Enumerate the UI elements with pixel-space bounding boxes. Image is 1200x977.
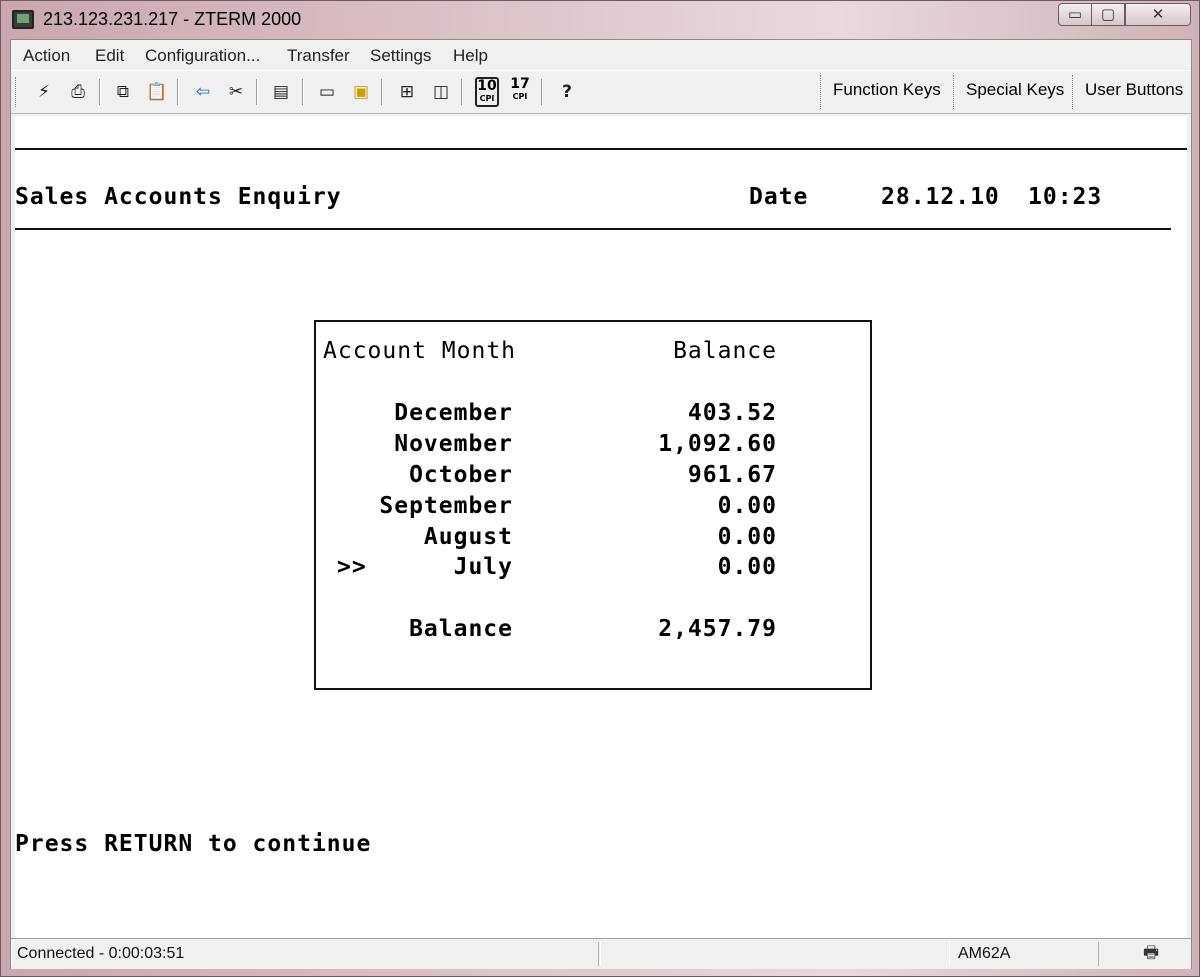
total-label: Balance [409, 616, 513, 642]
balance-october: 961.67 [687, 462, 777, 488]
toolbar-separator [302, 79, 304, 105]
cpi-17-number: 17 [510, 76, 530, 92]
status-bar: Connected - 0:00:03:51 AM62A 🖶 [11, 938, 1191, 969]
app-window: 213.123.231.217 - ZTERM 2000 ▭ ▢ ✕ Actio… [0, 0, 1200, 977]
copy-icon[interactable]: ⧉ [110, 79, 136, 105]
toolbar-separator [177, 79, 179, 105]
cpi-10-unit: CPI [479, 94, 495, 103]
date-label: Date [749, 184, 809, 210]
column-header-month: Account Month [323, 338, 517, 364]
window-icon[interactable]: ◫ [428, 79, 454, 105]
terminal-screen[interactable]: Sales Accounts Enquiry Date 28.12.10 10:… [15, 116, 1187, 938]
close-button[interactable]: ✕ [1125, 3, 1191, 26]
toolbar-separator [953, 75, 956, 109]
cpi-17-unit: CPI [512, 92, 528, 101]
title-bar[interactable]: 213.123.231.217 - ZTERM 2000 ▭ ▢ ✕ [1, 1, 1199, 39]
toolbar-separator [820, 75, 823, 109]
menu-help[interactable]: Help [453, 46, 488, 66]
balance-september: 0.00 [717, 493, 777, 519]
fullscreen-icon[interactable]: ⊞ [394, 79, 420, 105]
menu-action[interactable]: Action [23, 46, 70, 66]
minimize-icon: ▭ [1067, 5, 1083, 23]
balance-july: 0.00 [717, 554, 777, 580]
terminal-type: AM62A [949, 942, 1099, 966]
menu-settings[interactable]: Settings [370, 46, 431, 66]
window-title: 213.123.231.217 - ZTERM 2000 [43, 9, 302, 29]
status-blank-cell [600, 942, 950, 966]
help-icon[interactable]: ? [554, 79, 580, 105]
toolbar-separator [541, 79, 543, 105]
toolbar-separator [99, 79, 101, 105]
back-arrow-icon[interactable]: ⇦ [190, 79, 216, 105]
special-keys-button[interactable]: Special Keys [966, 80, 1064, 100]
cpi-10-icon[interactable]: 10 CPI [475, 77, 499, 107]
user-buttons-button[interactable]: User Buttons [1085, 80, 1183, 100]
balance-december: 403.52 [687, 400, 777, 426]
properties-icon[interactable]: ▤ [268, 79, 294, 105]
month-october: October [409, 462, 513, 488]
toolbar-separator [256, 79, 258, 105]
toolbar-grip[interactable] [15, 77, 19, 107]
column-header-balance: Balance [673, 338, 777, 364]
close-icon: ✕ [1151, 5, 1165, 23]
cpi-10-number: 10 [477, 78, 497, 94]
toolbar-separator [381, 79, 383, 105]
print-icon[interactable]: ⎙ [65, 79, 91, 105]
menu-transfer[interactable]: Transfer [287, 46, 350, 66]
open-folder-icon[interactable]: ▣ [348, 79, 374, 105]
heading-divider [15, 228, 1171, 230]
connect-icon[interactable]: ⚡ [31, 79, 57, 105]
terminal-app-icon[interactable] [12, 10, 34, 29]
menu-configuration[interactable]: Configuration... [145, 46, 260, 66]
cpi-17-icon[interactable]: 17 CPI [508, 77, 532, 107]
toolbar-separator [1072, 75, 1075, 109]
minimize-button[interactable]: ▭ [1058, 3, 1092, 26]
maximize-button[interactable]: ▢ [1091, 3, 1125, 26]
month-december: December [394, 400, 513, 426]
connection-status: Connected - 0:00:03:51 [11, 942, 599, 966]
balance-august: 0.00 [717, 524, 777, 550]
month-july: July [453, 554, 513, 580]
month-november: November [394, 431, 513, 457]
toolbar-separator [461, 79, 463, 105]
date-value: 28.12.10 [881, 184, 1000, 210]
top-divider [15, 148, 1187, 150]
menu-bar: Action Edit Configuration... Transfer Se… [11, 40, 1191, 70]
continue-prompt: Press RETURN to continue [15, 831, 372, 857]
month-august: August [423, 524, 513, 550]
toolbar: ⚡ ⎙ ⧉ 📋 ⇦ ✂ ▤ ▭ ▣ ⊞ ◫ 10 CPI 17 CPI ? Fu… [11, 70, 1191, 114]
month-september: September [379, 493, 513, 519]
disconnect-icon[interactable]: ✂ [223, 79, 249, 105]
client-area: Action Edit Configuration... Transfer Se… [10, 39, 1192, 969]
function-keys-button[interactable]: Function Keys [833, 80, 941, 100]
menu-edit[interactable]: Edit [95, 46, 124, 66]
screen-heading: Sales Accounts Enquiry [15, 184, 342, 210]
time-value: 10:23 [1028, 184, 1103, 210]
total-balance: 2,457.79 [658, 616, 777, 642]
paste-icon[interactable]: 📋 [144, 79, 170, 105]
printer-icon[interactable]: 🖶 [1143, 944, 1165, 962]
balance-november: 1,092.60 [658, 431, 777, 457]
maximize-icon: ▢ [1100, 5, 1116, 23]
new-session-icon[interactable]: ▭ [314, 79, 340, 105]
